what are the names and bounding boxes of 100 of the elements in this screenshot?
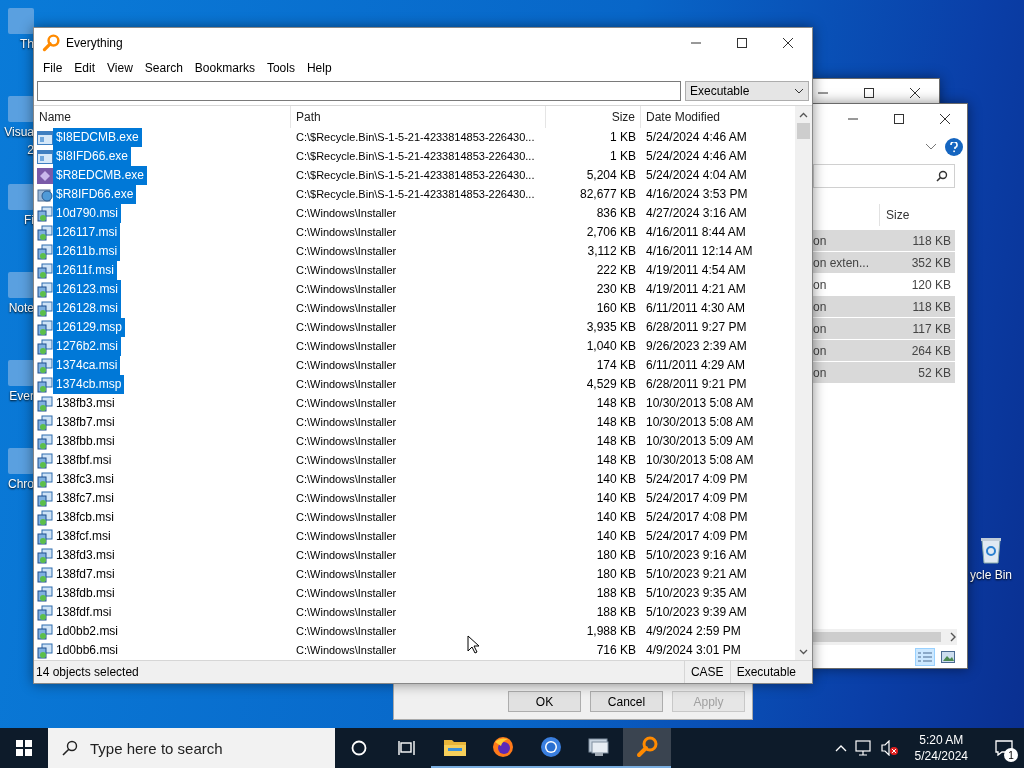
file-name[interactable]: 138fcf.msi <box>53 527 114 546</box>
path-cell: C:\Windows\Installer <box>296 245 397 257</box>
file-row[interactable]: on exten... 352 KB <box>813 252 955 274</box>
column-header[interactable]: Size <box>880 204 910 226</box>
magnifier-icon <box>636 736 658 758</box>
file-size-text: 118 KB <box>912 233 951 248</box>
menu-item[interactable]: Edit <box>68 58 102 78</box>
file-name[interactable]: 1374ca.msi <box>53 356 121 375</box>
file-name[interactable]: 126117.msi <box>53 223 121 242</box>
file-name[interactable]: $I8IFD66.exe <box>53 147 132 166</box>
help-icon[interactable] <box>945 138 963 156</box>
path-cell: C:\Windows\Installer <box>296 321 397 333</box>
network-icon[interactable] <box>854 740 873 756</box>
file-row[interactable]: on 118 KB <box>813 230 955 252</box>
close-icon[interactable] <box>782 37 794 49</box>
menu-item[interactable]: Help <box>300 58 338 78</box>
file-name[interactable]: 1276b2.msi <box>53 337 122 356</box>
scroll-up-icon[interactable] <box>799 111 808 118</box>
file-name[interactable]: $I8EDCMB.exe <box>53 128 142 147</box>
app-icon <box>37 167 53 184</box>
date-cell-text: 5/24/2017 4:09 PM <box>645 471 749 488</box>
maximize-icon[interactable] <box>736 37 748 49</box>
installer-icon <box>37 433 53 450</box>
dialog-button[interactable]: Cancel <box>590 691 663 712</box>
file-name[interactable]: 138fd7.msi <box>53 565 118 584</box>
file-name[interactable]: 1d0bb2.msi <box>53 622 122 641</box>
file-name[interactable]: $R8EDCMB.exe <box>53 166 148 185</box>
column-header[interactable]: Path <box>291 106 546 128</box>
file-name[interactable]: 138fc3.msi <box>53 470 118 489</box>
scroll-right-icon[interactable] <box>949 632 957 642</box>
path-cell: C:\Windows\Installer <box>296 606 397 618</box>
date-cell-text: 4/19/2011 4:54 AM <box>645 262 747 279</box>
date-cell-text: 5/24/2017 4:08 PM <box>645 509 749 526</box>
dialog-button[interactable]: OK <box>508 691 581 712</box>
file-name[interactable]: 138fb3.msi <box>53 394 118 413</box>
file-name[interactable]: 138fbf.msi <box>53 451 115 470</box>
close-icon[interactable] <box>909 87 921 99</box>
muted-volume-icon[interactable] <box>880 740 899 756</box>
scrollbar-thumb[interactable] <box>813 632 941 642</box>
file-name[interactable]: 126128.msi <box>53 299 122 318</box>
file-name[interactable]: 138fdb.msi <box>53 584 118 603</box>
file-name[interactable]: 138fcb.msi <box>53 508 118 527</box>
file-name[interactable]: 138fdf.msi <box>53 603 115 622</box>
file-name[interactable]: 1d0bb6.msi <box>53 641 122 660</box>
file-name[interactable]: 12611f.msi <box>53 261 117 280</box>
windows-start-icon[interactable] <box>16 740 32 756</box>
path-cell: C:\Windows\Installer <box>296 625 397 637</box>
maximize-icon[interactable] <box>893 113 905 125</box>
file-row[interactable]: on 117 KB <box>813 318 955 340</box>
scrollbar-thumb[interactable] <box>797 123 810 139</box>
file-name[interactable]: 138fbb.msi <box>53 432 118 451</box>
file-name[interactable]: 138fd3.msi <box>53 546 118 565</box>
menu-item[interactable]: Tools <box>260 58 301 78</box>
path-cell: C:\$Recycle.Bin\S-1-5-21-4233814853-226430... <box>296 188 535 200</box>
filter-dropdown[interactable]: Executable <box>685 81 809 101</box>
file-type-text: on <box>813 277 827 292</box>
search-field[interactable] <box>37 81 681 101</box>
file-name[interactable]: $R8IFD66.exe <box>53 185 137 204</box>
clock[interactable]: 5:20 AM 5/24/2024 <box>906 732 976 764</box>
path-cell: C:\Windows\Installer <box>296 359 397 371</box>
path-cell: C:\Windows\Installer <box>296 530 397 542</box>
size-cell-text: 140 KB <box>595 528 637 545</box>
circle-icon[interactable] <box>351 740 367 756</box>
size-cell-text: 716 KB <box>595 642 637 659</box>
size-cell-text: 230 KB <box>595 281 637 298</box>
file-name[interactable]: 138fb7.msi <box>53 413 118 432</box>
horizontal-scrollbar[interactable] <box>813 629 957 645</box>
file-name[interactable]: 138fc7.msi <box>53 489 118 508</box>
close-icon[interactable] <box>939 113 951 125</box>
column-header[interactable]: Size <box>546 106 641 128</box>
installer-icon <box>37 528 53 545</box>
size-cell-text: 174 KB <box>595 357 637 374</box>
installer-icon <box>37 547 53 564</box>
task-view-icon[interactable] <box>398 740 416 756</box>
path-cell: C:\Windows\Installer <box>296 549 397 561</box>
caret-icon[interactable] <box>794 88 804 94</box>
menu-item[interactable]: Bookmarks <box>188 58 261 78</box>
size-cell-text: 148 KB <box>595 452 637 469</box>
thumbnail-view-button[interactable] <box>939 648 957 665</box>
menu-item[interactable]: Search <box>138 58 189 78</box>
chevron-down-icon[interactable] <box>925 143 937 151</box>
taskbar-search-field[interactable]: Type here to search <box>48 728 335 768</box>
scroll-down-icon[interactable] <box>799 648 808 655</box>
file-name[interactable]: 1374cb.msp <box>53 375 125 394</box>
maximize-icon[interactable] <box>863 87 875 99</box>
vertical-scrollbar[interactable] <box>795 106 812 660</box>
date-cell-text: 10/30/2013 5:09 AM <box>645 433 755 450</box>
path-cell: C:\Windows\Installer <box>296 397 397 409</box>
file-row[interactable]: on 264 KB <box>813 340 955 362</box>
file-name[interactable]: 126129.msp <box>53 318 126 337</box>
file-row[interactable]: on 52 KB <box>813 362 955 384</box>
file-name[interactable]: 12611b.msi <box>53 242 121 261</box>
file-name[interactable]: 126123.msi <box>53 280 122 299</box>
menu-item[interactable]: View <box>101 58 139 78</box>
file-name[interactable]: 10d790.msi <box>53 204 122 223</box>
chevron-up-icon[interactable] <box>834 744 847 752</box>
recycle-bin-icon[interactable] <box>979 536 1003 564</box>
file-row[interactable]: on 118 KB <box>813 296 955 318</box>
date-cell-text: 4/27/2024 3:16 AM <box>645 205 748 222</box>
menu-item[interactable]: File <box>37 58 69 78</box>
